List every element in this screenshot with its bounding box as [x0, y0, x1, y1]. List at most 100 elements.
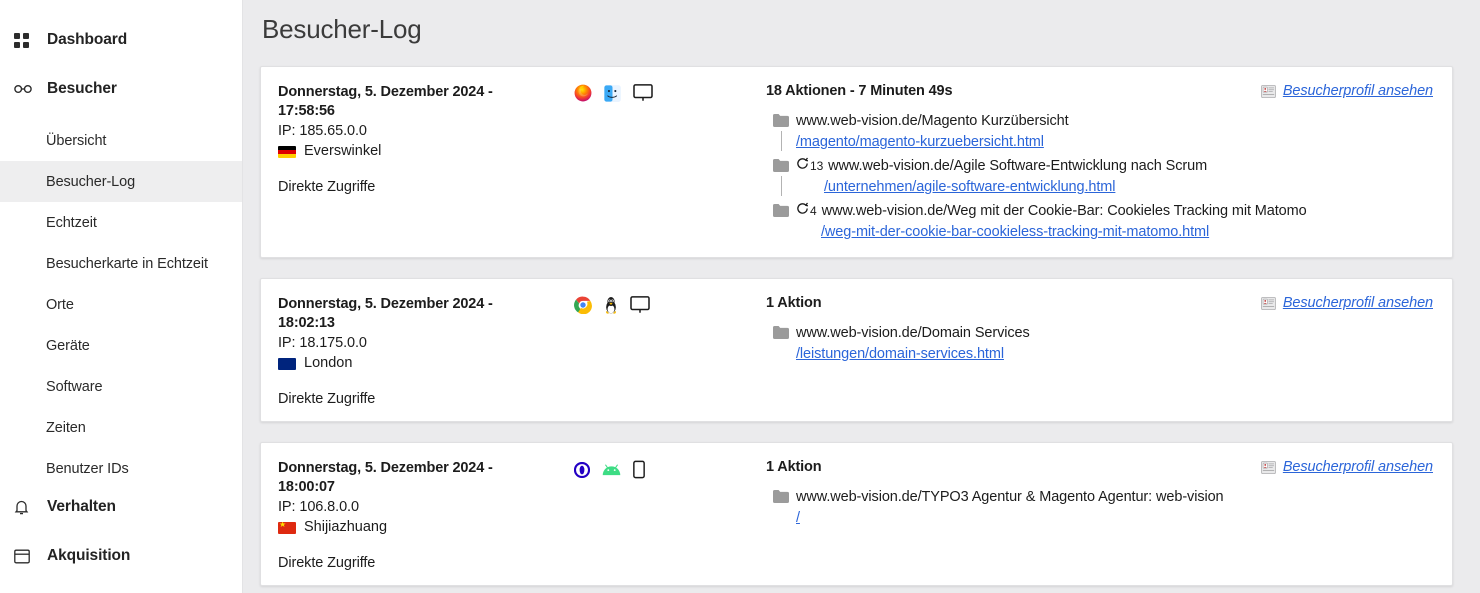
visit-location: London: [278, 354, 758, 373]
sidebar-subitem-label: Geräte: [46, 338, 90, 354]
action-marker: [766, 156, 796, 196]
visit-location: Shijiazhuang: [278, 518, 758, 537]
main-content: Besucher-Log Donnerstag, 5. Dezember 202…: [243, 0, 1480, 593]
grid-icon: [14, 33, 36, 48]
sidebar-item-benutzer-ids[interactable]: Benutzer IDs: [0, 448, 242, 489]
chrome-icon[interactable]: [574, 296, 592, 314]
visit-datetime: Donnerstag, 5. Dezember 2024 - 18:00:07: [278, 459, 523, 497]
action-body: www.web-vision.de/Domain Services /leist…: [796, 323, 1440, 365]
visit-location-label: Everswinkel: [304, 142, 381, 161]
action-row: www.web-vision.de/TYPO3 Agentur & Magent…: [766, 487, 1440, 529]
visit-tech-icons: [574, 84, 653, 102]
visit-location-label: London: [304, 354, 352, 373]
sidebar-item-label: Akquisition: [47, 547, 130, 565]
sidebar-item-verhalten[interactable]: Verhalten: [0, 489, 242, 525]
visitor-log-entry: Donnerstag, 5. Dezember 2024 - 17:58:56 …: [260, 66, 1453, 258]
visit-actions: 18 Aktionen - 7 Minuten 49s Besucherprof…: [766, 83, 1452, 243]
action-marker: [766, 111, 796, 151]
action-page-title: www.web-vision.de/Magento Kurzübersicht: [796, 111, 1069, 132]
action-body: www.web-vision.de/TYPO3 Agentur & Magent…: [796, 487, 1440, 529]
visitor-profile-link[interactable]: Besucherprofil ansehen: [1261, 459, 1433, 475]
sidebar-subitem-label: Besucher-Log: [46, 174, 135, 190]
sidebar-subitem-label: Zeiten: [46, 420, 86, 436]
sidebar-item-software[interactable]: Software: [0, 366, 242, 407]
sidebar-item-akquisition[interactable]: Akquisition: [0, 538, 242, 574]
opera-icon[interactable]: [574, 462, 590, 478]
action-body: 4www.web-vision.de/Weg mit der Cookie-Ba…: [796, 201, 1440, 243]
sidebar-item-übersicht[interactable]: Übersicht: [0, 120, 242, 161]
action-url-link[interactable]: /unternehmen/agile-software-entwicklung.…: [824, 177, 1115, 198]
page-title: Besucher-Log: [243, 0, 1480, 45]
action-url-link[interactable]: /magento/magento-kurzuebersicht.html: [796, 132, 1044, 153]
visit-ip: IP: 106.8.0.0: [278, 498, 758, 517]
sidebar-subitem-label: Echtzeit: [46, 215, 97, 231]
app-root: Dashboard Besucher Übersicht Besucher-Lo…: [0, 0, 1480, 593]
action-url-link[interactable]: /: [796, 508, 800, 529]
sidebar-item-geräte[interactable]: Geräte: [0, 325, 242, 366]
binoculars-icon: [14, 83, 36, 95]
visit-referrer: Direkte Zugriffe: [278, 555, 758, 571]
visit-datetime: Donnerstag, 5. Dezember 2024 - 17:58:56: [278, 83, 523, 121]
action-row: www.web-vision.de/Magento Kurzübersicht …: [766, 111, 1440, 153]
action-row: 13www.web-vision.de/Agile Software-Entwi…: [766, 156, 1440, 198]
action-title-row: www.web-vision.de/Magento Kurzübersicht: [796, 111, 1440, 132]
bell-icon: [14, 499, 36, 516]
action-marker: [766, 487, 796, 527]
window-icon: [14, 549, 36, 564]
visit-ip: IP: 185.65.0.0: [278, 122, 758, 141]
folder-icon: [773, 490, 789, 503]
folder-icon: [773, 159, 789, 172]
action-page-title: www.web-vision.de/Weg mit der Cookie-Bar…: [822, 201, 1307, 222]
repeat-icon: 13: [796, 156, 823, 177]
visit-summary: Donnerstag, 5. Dezember 2024 - 17:58:56 …: [261, 83, 766, 243]
visit-tech-icons: [574, 460, 645, 479]
visitor-log-list: Donnerstag, 5. Dezember 2024 - 17:58:56 …: [243, 45, 1480, 586]
smartphone-icon[interactable]: [633, 460, 645, 479]
visit-summary: Donnerstag, 5. Dezember 2024 - 18:00:07 …: [261, 459, 766, 571]
visit-tech-icons: [574, 296, 650, 314]
country-flag-icon: [278, 522, 296, 534]
action-title-row: 4www.web-vision.de/Weg mit der Cookie-Ba…: [796, 201, 1440, 222]
action-page-title: www.web-vision.de/Domain Services: [796, 323, 1030, 344]
desktop-icon[interactable]: [630, 296, 650, 314]
sidebar-item-orte[interactable]: Orte: [0, 284, 242, 325]
visit-referrer: Direkte Zugriffe: [278, 179, 758, 195]
firefox-icon[interactable]: [574, 84, 592, 102]
sidebar-item-besucher-log[interactable]: Besucher-Log: [0, 161, 242, 202]
sidebar-item-besucherkarte-in-echtzeit[interactable]: Besucherkarte in Echtzeit: [0, 243, 242, 284]
sidebar-group-verhalten: Verhalten: [0, 489, 242, 525]
visitor-log-entry: Donnerstag, 5. Dezember 2024 - 18:00:07 …: [260, 442, 1453, 586]
visit-location-label: Shijiazhuang: [304, 518, 387, 537]
visitor-profile-link[interactable]: Besucherprofil ansehen: [1261, 83, 1433, 99]
action-title-row: 13www.web-vision.de/Agile Software-Entwi…: [796, 156, 1440, 177]
folder-icon: [773, 326, 789, 339]
sidebar-item-zeiten[interactable]: Zeiten: [0, 407, 242, 448]
visit-referrer: Direkte Zugriffe: [278, 391, 758, 407]
action-url-wrap: /magento/magento-kurzuebersicht.html: [796, 132, 1440, 153]
action-url-wrap: /leistungen/domain-services.html: [796, 344, 1440, 365]
sidebar-item-echtzeit[interactable]: Echtzeit: [0, 202, 242, 243]
action-url-link[interactable]: /leistungen/domain-services.html: [796, 344, 1004, 365]
visitor-log-entry: Donnerstag, 5. Dezember 2024 - 18:02:13 …: [260, 278, 1453, 422]
folder-icon: [773, 204, 789, 217]
action-url-wrap: /: [796, 508, 1440, 529]
desktop-icon[interactable]: [633, 84, 653, 102]
visitor-profile-icon: [1261, 85, 1276, 98]
action-body: www.web-vision.de/Magento Kurzübersicht …: [796, 111, 1440, 153]
macos-icon[interactable]: [604, 85, 621, 102]
sidebar-group-dashboard: Dashboard: [0, 22, 242, 58]
action-url-link[interactable]: /weg-mit-der-cookie-bar-cookieless-track…: [821, 222, 1209, 243]
action-url-wrap: /weg-mit-der-cookie-bar-cookieless-track…: [796, 222, 1440, 243]
action-page-title: www.web-vision.de/Agile Software-Entwick…: [828, 156, 1207, 177]
linux-icon[interactable]: [604, 296, 618, 314]
visitor-profile-link[interactable]: Besucherprofil ansehen: [1261, 295, 1433, 311]
visit-datetime: Donnerstag, 5. Dezember 2024 - 18:02:13: [278, 295, 523, 333]
sidebar-item-dashboard[interactable]: Dashboard: [0, 22, 242, 58]
action-row: 4www.web-vision.de/Weg mit der Cookie-Ba…: [766, 201, 1440, 243]
visit-ip: IP: 18.175.0.0: [278, 334, 758, 353]
android-icon[interactable]: [602, 464, 621, 476]
action-title-row: www.web-vision.de/TYPO3 Agentur & Magent…: [796, 487, 1440, 508]
visitor-profile-icon: [1261, 297, 1276, 310]
sidebar: Dashboard Besucher Übersicht Besucher-Lo…: [0, 0, 243, 593]
sidebar-item-besucher[interactable]: Besucher: [0, 71, 242, 107]
